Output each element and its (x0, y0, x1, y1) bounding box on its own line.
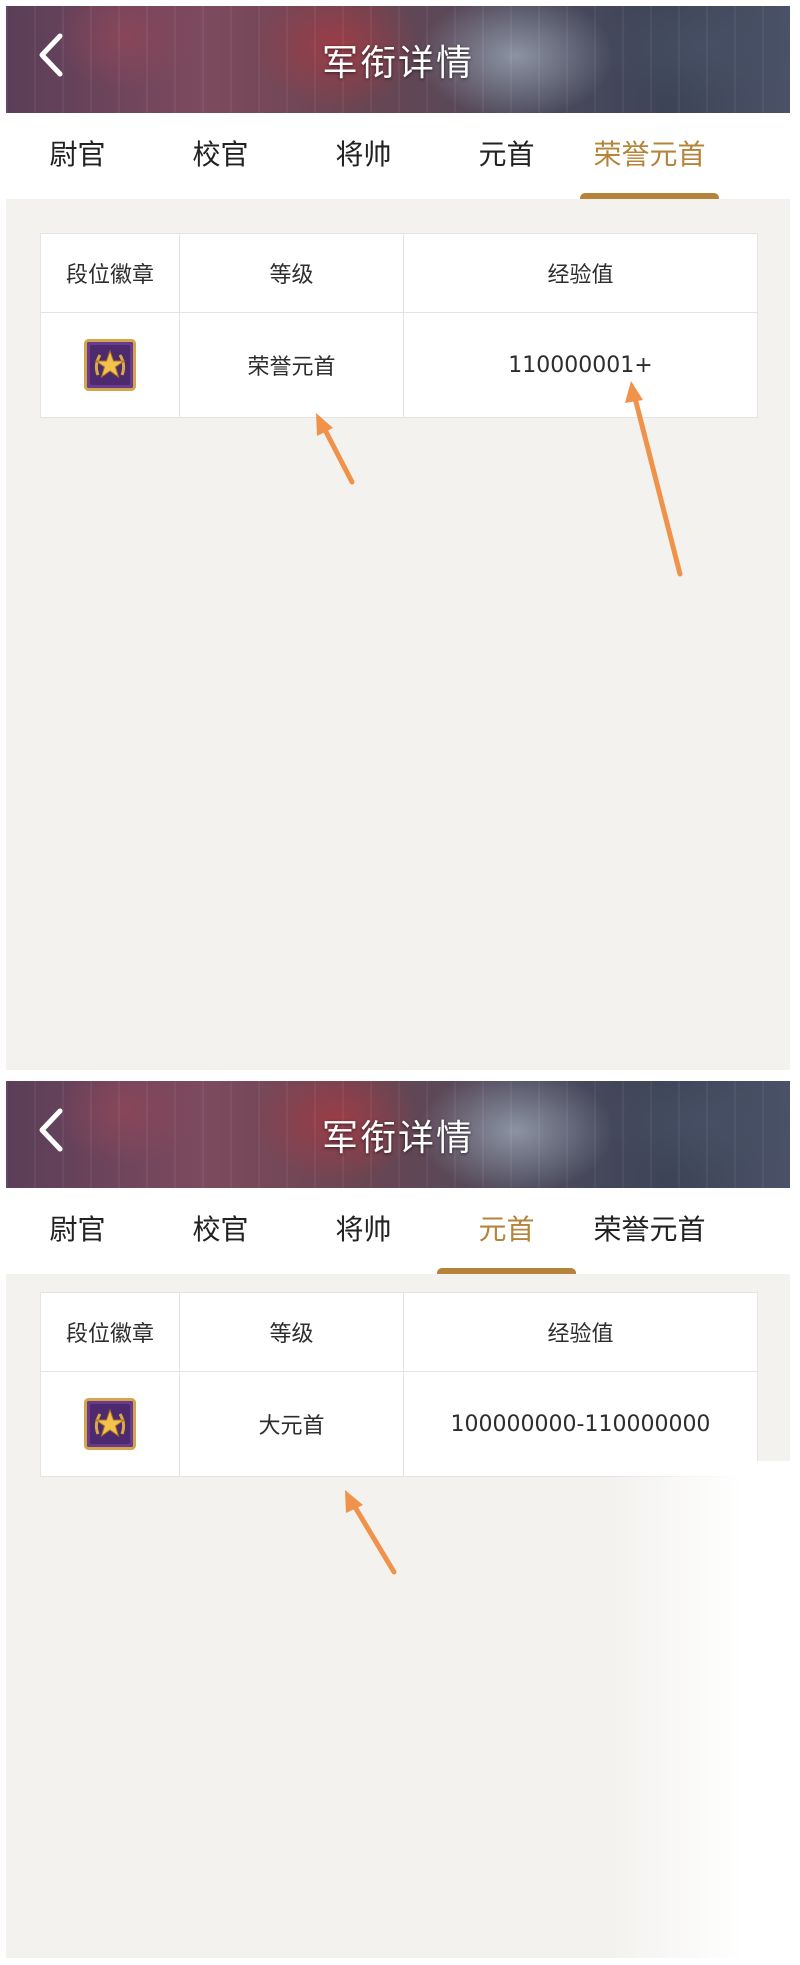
rank-table: 段位徽章 等级 经验值 大元首 100000000-110000000 (40, 1292, 758, 1477)
rank-table: 段位徽章 等级 经验值 荣誉元首 110000001+ (40, 233, 758, 418)
tab-colonel[interactable]: 校官 (149, 1188, 292, 1274)
tab-marshal[interactable]: 元首 (435, 113, 578, 199)
star-laurel-badge-icon (84, 1398, 136, 1450)
star-laurel-badge-icon (84, 339, 136, 391)
active-tab-indicator (437, 1268, 576, 1274)
tab-honor-marshal-label: 荣誉元首 (593, 138, 706, 171)
fade-overlay (610, 1461, 790, 1958)
screen-honor-marshal: 军衔详情 尉官 校官 将帅 元首 荣誉元首 段位徽章 等级 经验值 荣誉元首 1… (6, 6, 790, 1070)
header-level: 等级 (179, 1293, 403, 1371)
rank-name: 大元首 (179, 1372, 403, 1476)
tab-lieutenant[interactable]: 尉官 (6, 113, 149, 199)
exp-value: 110000001+ (403, 313, 757, 417)
rank-tabs: 尉官 校官 将帅 元首 荣誉元首 (6, 113, 790, 199)
table-row: 荣誉元首 110000001+ (41, 312, 757, 417)
active-tab-indicator (580, 193, 719, 199)
header-level: 等级 (179, 234, 403, 312)
tab-marshal-label: 元首 (478, 1213, 535, 1246)
tab-general[interactable]: 将帅 (292, 1188, 435, 1274)
badge-cell (41, 1372, 179, 1476)
table-header-row: 段位徽章 等级 经验值 (41, 234, 757, 312)
rank-tabs: 尉官 校官 将帅 元首 荣誉元首 (6, 1188, 790, 1274)
table-header-row: 段位徽章 等级 经验值 (41, 1293, 757, 1371)
tab-colonel[interactable]: 校官 (149, 113, 292, 199)
header-banner: 军衔详情 (6, 6, 790, 113)
page-title: 军衔详情 (321, 43, 474, 84)
rank-name: 荣誉元首 (179, 313, 403, 417)
tab-marshal[interactable]: 元首 (435, 1188, 578, 1274)
tab-general[interactable]: 将帅 (292, 113, 435, 199)
header-badge: 段位徽章 (65, 263, 154, 288)
page-title: 军衔详情 (321, 1118, 474, 1159)
header-exp: 经验值 (403, 234, 757, 312)
tab-lieutenant[interactable]: 尉官 (6, 1188, 149, 1274)
header-badge: 段位徽章 (65, 1322, 154, 1347)
badge-cell (41, 313, 179, 417)
tab-honor-marshal[interactable]: 荣誉元首 (578, 113, 721, 199)
header-exp: 经验值 (403, 1293, 757, 1371)
screen-marshal: 军衔详情 尉官 校官 将帅 元首 荣誉元首 段位徽章 等级 经验值 大元首 10… (6, 1081, 790, 1958)
header-banner: 军衔详情 (6, 1081, 790, 1188)
tab-honor-marshal[interactable]: 荣誉元首 (578, 1188, 721, 1274)
